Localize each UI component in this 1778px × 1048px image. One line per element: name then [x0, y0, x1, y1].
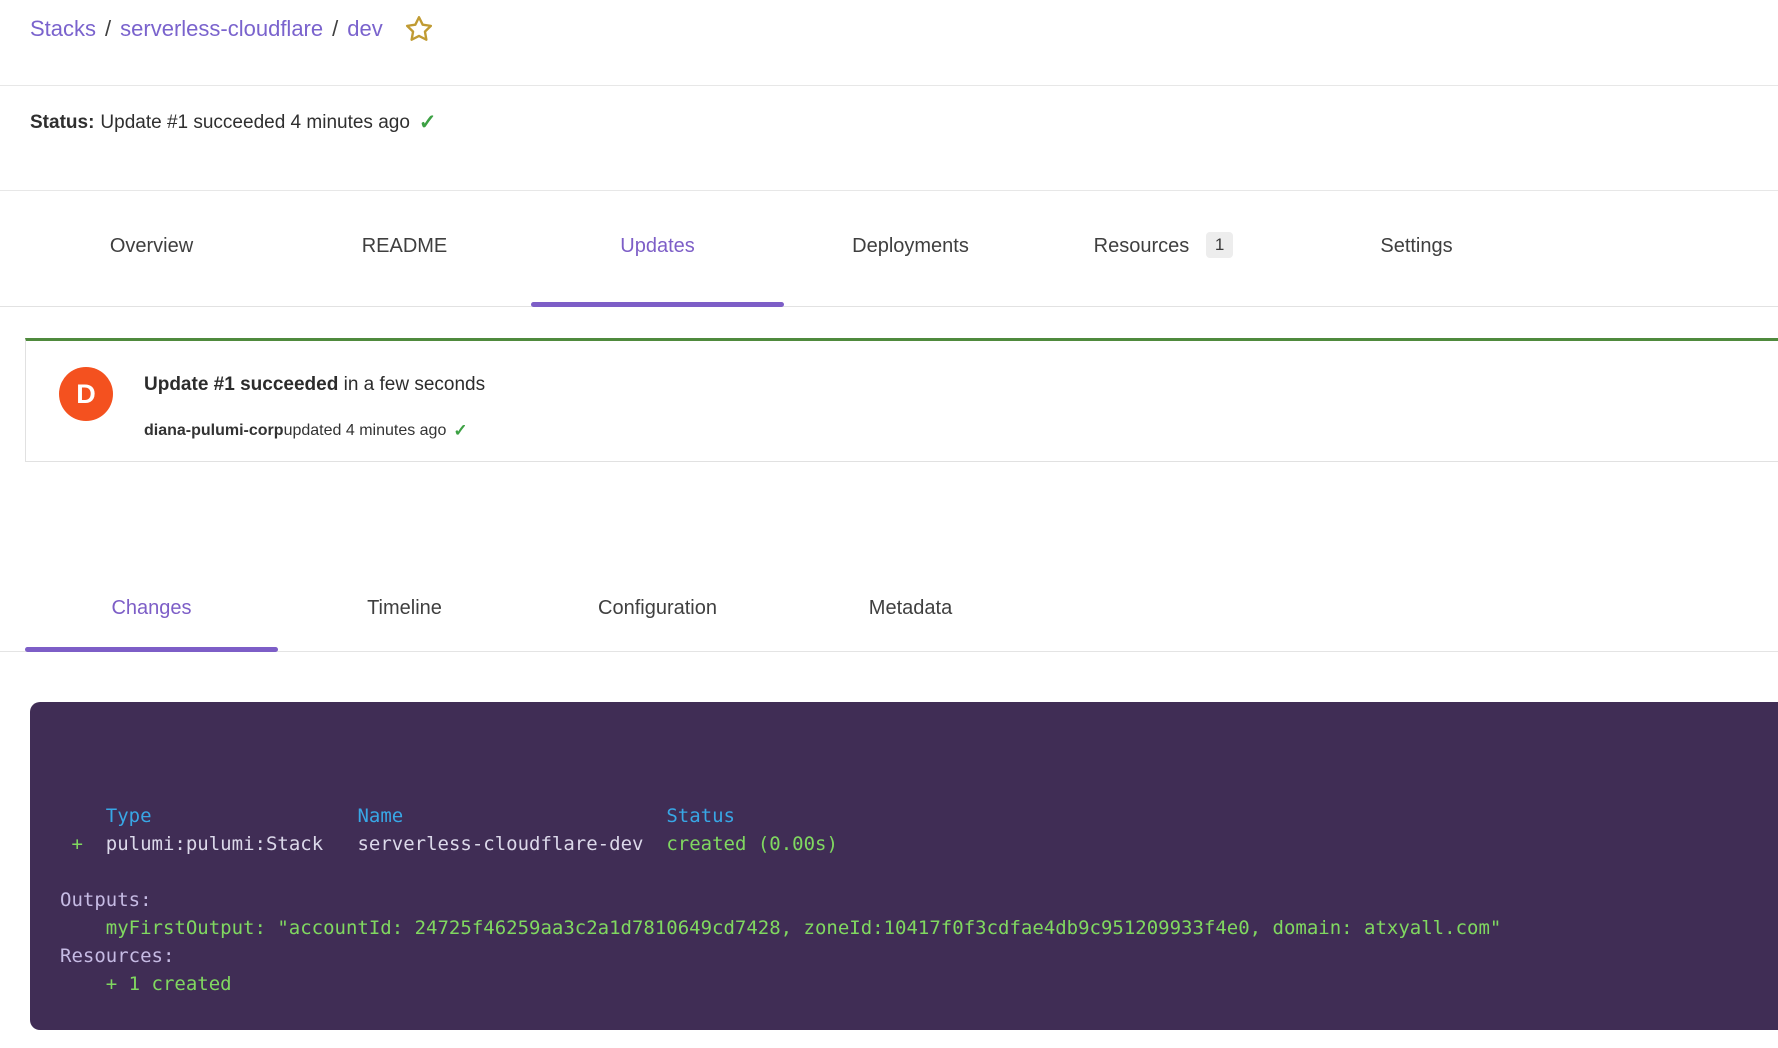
update-detail-tabs: Changes Timeline Configuration Metadata	[25, 566, 1037, 650]
stack-tabs: Overview README Updates Deployments Reso…	[25, 190, 1543, 307]
subtab-timeline[interactable]: Timeline	[278, 566, 531, 650]
update-author: diana-pulumi-corp	[144, 422, 284, 440]
status-check-icon: ✓	[419, 110, 437, 135]
resources-count-badge: 1	[1206, 232, 1233, 258]
header-divider	[0, 85, 1778, 86]
tab-updates[interactable]: Updates	[531, 190, 784, 307]
update-title: Update #1 succeeded in a few seconds	[144, 374, 485, 396]
update-card[interactable]: D Update #1 succeeded in a few seconds d…	[25, 338, 1778, 462]
breadcrumb-separator: /	[105, 12, 111, 46]
favorite-star-icon[interactable]	[404, 14, 434, 44]
tab-overview[interactable]: Overview	[25, 190, 278, 307]
status-label: Status:	[30, 112, 94, 134]
stack-page: Stacks / serverless-cloudflare / dev Sta…	[0, 0, 1778, 1048]
update-subtitle: diana-pulumi-corp updated 4 minutes ago …	[144, 421, 468, 441]
subtab-configuration[interactable]: Configuration	[531, 566, 784, 650]
terminal-line: Type Name Status	[60, 802, 1778, 830]
status-bar: Status: Update #1 succeeded 4 minutes ag…	[30, 110, 437, 135]
terminal-panel: Type Name Status + pulumi:pulumi:Stack s…	[30, 702, 1778, 1030]
tab-settings[interactable]: Settings	[1290, 190, 1543, 307]
user-avatar: D	[59, 367, 113, 421]
active-subtab-underline	[25, 647, 278, 652]
subtab-changes[interactable]: Changes	[25, 566, 278, 650]
tab-deployments[interactable]: Deployments	[784, 190, 1037, 307]
terminal-line: Outputs:	[60, 886, 1778, 914]
breadcrumb-project-link[interactable]: serverless-cloudflare	[120, 12, 323, 46]
status-text: Update #1 succeeded 4 minutes ago	[100, 112, 410, 134]
active-tab-underline	[531, 302, 784, 307]
update-check-icon: ✓	[453, 421, 467, 441]
breadcrumb-stack-link[interactable]: dev	[347, 12, 382, 46]
terminal-line: myFirstOutput: "accountId: 24725f46259aa…	[60, 914, 1778, 942]
terminal-line: + 1 created	[60, 970, 1778, 998]
breadcrumb-separator: /	[332, 12, 338, 46]
subtab-metadata[interactable]: Metadata	[784, 566, 1037, 650]
update-time: updated 4 minutes ago	[284, 422, 447, 440]
terminal-line	[60, 858, 1778, 886]
terminal-line: Resources:	[60, 942, 1778, 970]
update-title-duration: in a few seconds	[338, 374, 485, 395]
terminal-line: + pulumi:pulumi:Stack serverless-cloudfl…	[60, 830, 1778, 858]
tab-readme[interactable]: README	[278, 190, 531, 307]
breadcrumb: Stacks / serverless-cloudflare / dev	[30, 12, 434, 46]
breadcrumb-stacks-link[interactable]: Stacks	[30, 12, 96, 46]
tabs-bottom-border	[0, 306, 1778, 307]
terminal-output: Type Name Status + pulumi:pulumi:Stack s…	[30, 702, 1778, 998]
update-title-status: Update #1 succeeded	[144, 374, 338, 395]
tab-resources[interactable]: Resources 1	[1037, 190, 1290, 307]
tab-resources-label: Resources	[1094, 235, 1190, 257]
